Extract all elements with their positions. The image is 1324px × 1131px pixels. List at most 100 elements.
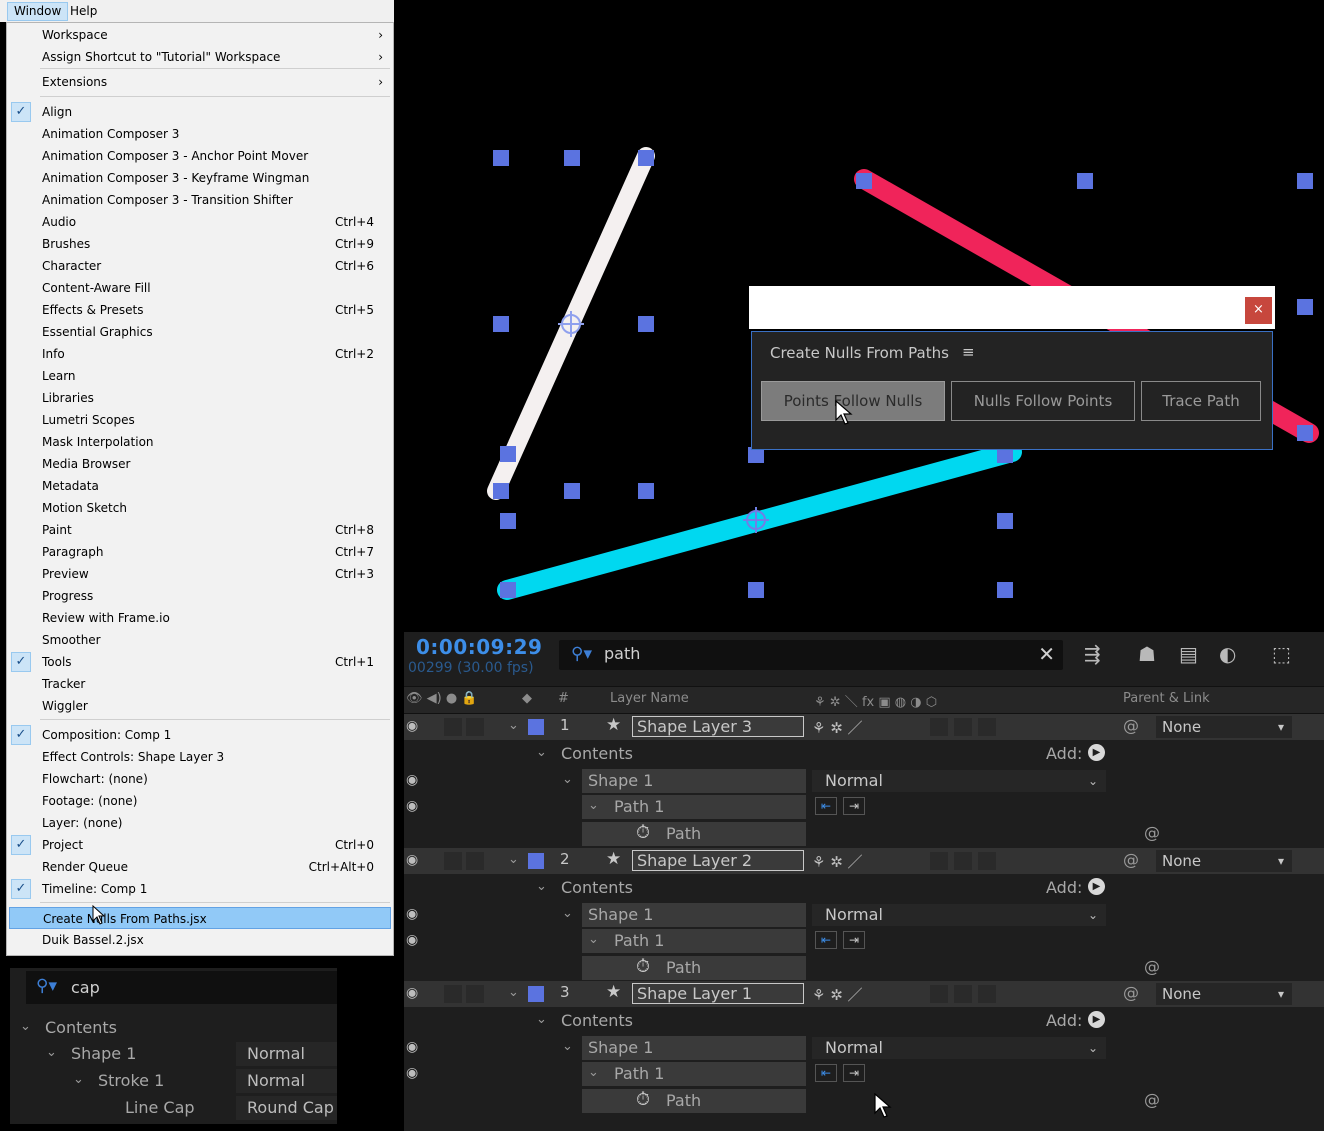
bounding-handle[interactable] bbox=[1297, 173, 1313, 189]
secondary-search-input[interactable]: cap bbox=[71, 978, 100, 997]
switch-slot[interactable] bbox=[954, 718, 972, 736]
chevron-down-icon[interactable]: ⌄ bbox=[536, 879, 547, 894]
secondary-search-field[interactable]: ⚲▾ cap bbox=[26, 971, 337, 1004]
chevron-down-icon[interactable]: ⌄ bbox=[508, 718, 519, 733]
chevron-down-icon[interactable]: ⌄ bbox=[562, 906, 573, 921]
chevron-down-icon[interactable]: ⌄ bbox=[73, 1072, 84, 1087]
bounding-handle[interactable] bbox=[1297, 299, 1313, 315]
menu-item[interactable]: Character Ctrl+6 bbox=[9, 255, 391, 277]
menu-item[interactable]: Paragraph Ctrl+7 bbox=[9, 541, 391, 563]
menu-item[interactable]: Layer: (none) bbox=[9, 812, 391, 834]
menu-item[interactable]: Paint Ctrl+8 bbox=[9, 519, 391, 541]
menu-item[interactable]: Content-Aware Fill bbox=[9, 277, 391, 299]
solo-toggle[interactable] bbox=[466, 985, 484, 1003]
menu-item[interactable]: Smoother bbox=[9, 629, 391, 651]
parent-dropdown[interactable]: None ▾ bbox=[1156, 849, 1292, 872]
shape-blend-mode[interactable]: Normal bbox=[236, 1042, 337, 1066]
layer-switches-icons[interactable]: ⚘ ✲ ／ bbox=[812, 984, 863, 1005]
bounding-handle[interactable] bbox=[638, 483, 654, 499]
bounding-handle[interactable] bbox=[564, 150, 580, 166]
layer-name[interactable]: Shape Layer 3 bbox=[632, 716, 804, 737]
chevron-down-icon[interactable]: ⌄ bbox=[20, 1019, 31, 1034]
stroke-blend-mode[interactable]: Normal bbox=[236, 1069, 337, 1093]
layer-name-header[interactable]: Layer Name bbox=[610, 691, 689, 706]
graph-editor-icon[interactable]: ⬚ bbox=[1272, 642, 1291, 666]
timeline-search-input[interactable]: path bbox=[604, 644, 640, 663]
menu-item[interactable]: Extensions › bbox=[9, 71, 391, 93]
menu-item[interactable]: Create Nulls From Paths.jsx bbox=[9, 907, 391, 929]
trace-path-button[interactable]: Trace Path bbox=[1141, 381, 1261, 421]
panel-menu-icon[interactable]: ≡ bbox=[962, 343, 975, 361]
layer-switches-icons[interactable]: ⚘ ✲ ／ bbox=[812, 717, 863, 738]
layer-name[interactable]: Shape Layer 2 bbox=[632, 849, 804, 871]
visibility-eye-icon[interactable]: ◉ bbox=[406, 1039, 418, 1055]
switch-slot[interactable] bbox=[978, 851, 996, 870]
menu-item[interactable]: Assign Shortcut to "Tutorial" Workspace › bbox=[9, 46, 391, 68]
expression-pick-whip-icon[interactable]: @ bbox=[1144, 1090, 1160, 1109]
chevron-down-icon[interactable]: ⌄ bbox=[46, 1045, 57, 1060]
points-follow-nulls-button[interactable]: Points Follow Nulls bbox=[761, 381, 945, 421]
stopwatch-icon[interactable]: ⏱ bbox=[636, 1089, 650, 1110]
timeline-search-field[interactable]: ⚲▾ path ✕ bbox=[559, 640, 1063, 670]
solo-toggle[interactable] bbox=[466, 718, 484, 736]
blend-mode-dropdown[interactable]: Normal ⌄ bbox=[812, 903, 1106, 926]
menu-item[interactable]: Essential Graphics bbox=[9, 321, 391, 343]
menu-item[interactable]: Workspace › bbox=[9, 24, 391, 46]
path-direction-icon[interactable]: ⇥ bbox=[843, 1064, 865, 1082]
menu-window[interactable]: Window bbox=[7, 2, 69, 21]
add-button[interactable]: ▶ bbox=[1088, 877, 1105, 895]
menu-item[interactable]: Animation Composer 3 - Anchor Point Move… bbox=[9, 145, 391, 167]
switch-slot[interactable] bbox=[954, 851, 972, 870]
menu-item[interactable]: Learn bbox=[9, 365, 391, 387]
visibility-eye-icon[interactable]: ◉ bbox=[406, 985, 418, 1001]
path-vertex[interactable] bbox=[856, 173, 872, 189]
menu-item[interactable]: Flowchart: (none) bbox=[9, 768, 391, 790]
menu-item[interactable]: ✓ Project Ctrl+0 bbox=[9, 834, 391, 856]
bounding-handle[interactable] bbox=[638, 316, 654, 332]
shy-layers-icon[interactable]: ☗ bbox=[1138, 642, 1156, 666]
path-direction-icon[interactable]: ⇥ bbox=[843, 930, 865, 949]
visibility-eye-icon[interactable]: ◉ bbox=[406, 906, 418, 922]
visibility-eye-icon[interactable]: ◉ bbox=[406, 932, 418, 948]
menu-item[interactable]: Progress bbox=[9, 585, 391, 607]
menu-item[interactable]: Metadata bbox=[9, 475, 391, 497]
layer-label-color[interactable] bbox=[528, 986, 544, 1002]
visibility-eye-icon[interactable]: ◉ bbox=[406, 718, 418, 734]
menu-item[interactable]: Motion Sketch bbox=[9, 497, 391, 519]
line-cap-value[interactable]: Round Cap bbox=[236, 1096, 337, 1120]
visibility-eye-icon[interactable]: ◉ bbox=[406, 1065, 418, 1081]
bounding-handle[interactable] bbox=[493, 150, 509, 166]
path-direction-icon[interactable]: ⇤ bbox=[815, 930, 837, 949]
chevron-down-icon[interactable]: ⌄ bbox=[508, 852, 519, 867]
menu-item[interactable]: Wiggler bbox=[9, 695, 391, 717]
bounding-handle[interactable] bbox=[638, 150, 654, 166]
stopwatch-icon[interactable]: ⏱ bbox=[636, 822, 650, 843]
menu-item[interactable]: Review with Frame.io bbox=[9, 607, 391, 629]
switch-slot[interactable] bbox=[930, 718, 948, 736]
menu-item[interactable]: Brushes Ctrl+9 bbox=[9, 233, 391, 255]
bounding-handle[interactable] bbox=[493, 316, 509, 332]
visibility-eye-icon[interactable]: ◉ bbox=[406, 798, 418, 814]
path-vertex[interactable] bbox=[500, 446, 516, 462]
nulls-follow-points-button[interactable]: Nulls Follow Points bbox=[951, 381, 1135, 421]
path-vertex[interactable] bbox=[500, 582, 516, 598]
visibility-eye-icon[interactable]: ◉ bbox=[406, 852, 418, 868]
bounding-handle[interactable] bbox=[997, 513, 1013, 529]
path-direction-icon[interactable]: ⇤ bbox=[815, 797, 837, 815]
chevron-down-icon[interactable]: ⌄ bbox=[536, 745, 547, 760]
menu-item[interactable]: Libraries bbox=[9, 387, 391, 409]
parent-dropdown[interactable]: None ▾ bbox=[1156, 983, 1292, 1005]
frame-blending-icon[interactable]: ▤ bbox=[1179, 642, 1198, 666]
layer-name[interactable]: Shape Layer 1 bbox=[632, 983, 804, 1004]
menu-item[interactable]: ✓ Timeline: Comp 1 bbox=[9, 878, 391, 900]
close-button[interactable]: × bbox=[1245, 297, 1272, 324]
blend-mode-dropdown[interactable]: Normal ⌄ bbox=[812, 770, 1106, 792]
menu-item[interactable]: ✓ Align bbox=[9, 101, 391, 123]
layer-row[interactable]: ◉ ⌄ 3 ★ Shape Layer 1 ⚘ ✲ ／ @ None ▾ bbox=[404, 981, 1324, 1007]
menu-item[interactable]: Duik Bassel.2.jsx bbox=[9, 929, 391, 951]
chevron-down-icon[interactable]: ⌄ bbox=[588, 798, 599, 813]
audio-toggle[interactable] bbox=[444, 851, 462, 870]
menu-item[interactable]: Render Queue Ctrl+Alt+0 bbox=[9, 856, 391, 878]
menu-item[interactable]: ✓ Tools Ctrl+1 bbox=[9, 651, 391, 673]
stopwatch-icon[interactable]: ⏱ bbox=[636, 956, 650, 977]
